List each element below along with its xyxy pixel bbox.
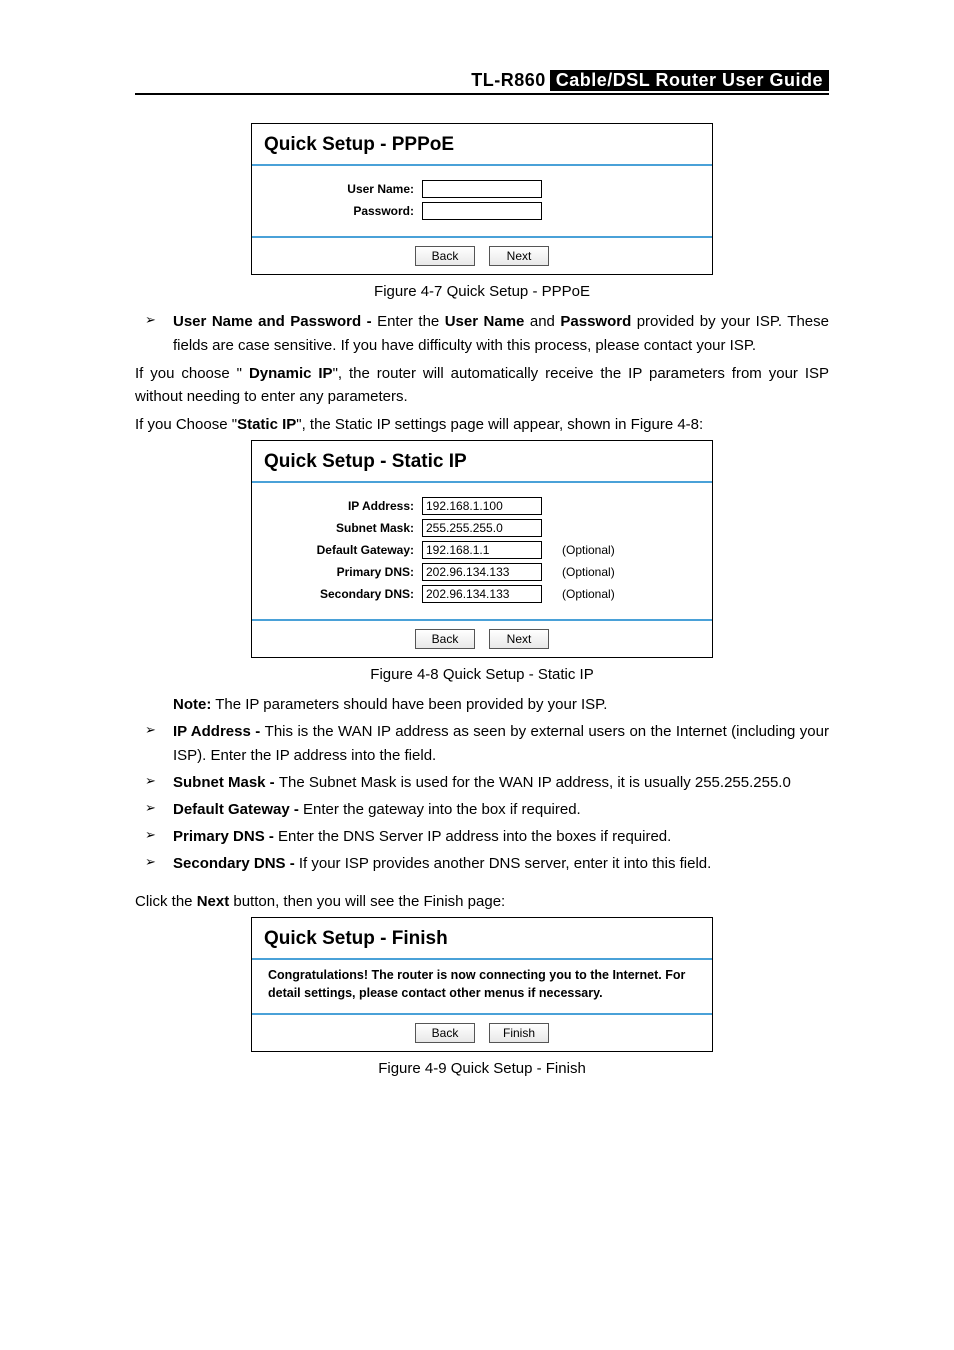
txt: If you choose " <box>135 365 249 382</box>
txt-next: Next <box>197 893 230 910</box>
row-password: Password: <box>264 202 700 220</box>
next-button[interactable]: Next <box>489 629 549 649</box>
row-pdns: Primary DNS: (Optional) <box>264 563 700 581</box>
caption-fig49: Figure 4-9 Quick Setup - Finish <box>135 1060 829 1077</box>
lead: Primary DNS - <box>173 828 278 845</box>
panel-static-ip: Quick Setup - Static IP IP Address: Subn… <box>251 440 713 658</box>
optional-sdns: (Optional) <box>562 587 615 601</box>
para-dynamic-ip: If you choose " Dynamic IP", the router … <box>135 362 829 409</box>
bullet-userpass-lead: User Name and Password - <box>173 313 377 330</box>
txt: button, then you will see the Finish pag… <box>229 893 505 910</box>
rest: This is the WAN IP address as seen by ex… <box>173 723 829 764</box>
lead: Secondary DNS - <box>173 855 299 872</box>
back-button[interactable]: Back <box>415 629 475 649</box>
back-button[interactable]: Back <box>415 246 475 266</box>
txt: If you Choose " <box>135 416 237 433</box>
label-password: Password: <box>264 204 422 218</box>
label-gateway: Default Gateway: <box>264 543 422 557</box>
bullet-list-pppoe: User Name and Password - Enter the User … <box>135 310 829 358</box>
input-gateway[interactable] <box>422 541 542 559</box>
input-ip[interactable] <box>422 497 542 515</box>
note-lead: Note: <box>173 696 211 713</box>
bullet-list-static: IP Address - This is the WAN IP address … <box>135 720 829 876</box>
txt: and <box>524 313 560 330</box>
note-line: Note: The IP parameters should have been… <box>173 693 829 716</box>
input-pdns[interactable] <box>422 563 542 581</box>
finish-button[interactable]: Finish <box>489 1023 549 1043</box>
txt-pass: Password <box>560 313 631 330</box>
row-ip: IP Address: <box>264 497 700 515</box>
row-mask: Subnet Mask: <box>264 519 700 537</box>
optional-gateway: (Optional) <box>562 543 615 557</box>
input-mask[interactable] <box>422 519 542 537</box>
caption-fig47: Figure 4-7 Quick Setup - PPPoE <box>135 283 829 300</box>
txt: Click the <box>135 893 197 910</box>
lead: Default Gateway - <box>173 801 303 818</box>
panel-finish-heading: Quick Setup - Finish <box>252 918 712 960</box>
bullet-sdns: Secondary DNS - If your ISP provides ano… <box>135 852 829 876</box>
panel-pppoe-heading: Quick Setup - PPPoE <box>252 124 712 166</box>
bullet-gateway: Default Gateway - Enter the gateway into… <box>135 798 829 822</box>
para-static-ip: If you Choose "Static IP", the Static IP… <box>135 413 829 436</box>
input-username[interactable] <box>422 180 542 198</box>
caption-fig48: Figure 4-8 Quick Setup - Static IP <box>135 666 829 683</box>
panel-finish: Quick Setup - Finish Congratulations! Th… <box>251 917 713 1051</box>
rest: Enter the DNS Server IP address into the… <box>278 828 671 845</box>
panel-pppoe: Quick Setup - PPPoE User Name: Password:… <box>251 123 713 275</box>
lead: IP Address - <box>173 723 265 740</box>
txt: Enter the <box>377 313 445 330</box>
header-model: TL-R860 <box>471 70 546 91</box>
back-button[interactable]: Back <box>415 1023 475 1043</box>
header-title: Cable/DSL Router User Guide <box>550 70 829 91</box>
label-ip: IP Address: <box>264 499 422 513</box>
note-rest: The IP parameters should have been provi… <box>211 696 607 713</box>
txt: ", the Static IP settings page will appe… <box>296 416 703 433</box>
label-pdns: Primary DNS: <box>264 565 422 579</box>
label-sdns: Secondary DNS: <box>264 587 422 601</box>
row-sdns: Secondary DNS: (Optional) <box>264 585 700 603</box>
txt-dynip: Dynamic IP <box>249 365 333 382</box>
para-click-next: Click the Next button, then you will see… <box>135 890 829 913</box>
label-mask: Subnet Mask: <box>264 521 422 535</box>
txt-user: User Name <box>445 313 525 330</box>
input-password[interactable] <box>422 202 542 220</box>
bullet-pdns: Primary DNS - Enter the DNS Server IP ad… <box>135 825 829 849</box>
bullet-mask: Subnet Mask - The Subnet Mask is used fo… <box>135 771 829 795</box>
bullet-userpass: User Name and Password - Enter the User … <box>135 310 829 358</box>
panel-static-heading: Quick Setup - Static IP <box>252 441 712 483</box>
rest: If your ISP provides another DNS server,… <box>299 855 711 872</box>
label-username: User Name: <box>264 182 422 196</box>
rest: Enter the gateway into the box if requir… <box>303 801 581 818</box>
next-button[interactable]: Next <box>489 246 549 266</box>
rest: The Subnet Mask is used for the WAN IP a… <box>279 774 791 791</box>
optional-pdns: (Optional) <box>562 565 615 579</box>
bullet-ip: IP Address - This is the WAN IP address … <box>135 720 829 768</box>
row-username: User Name: <box>264 180 700 198</box>
row-gateway: Default Gateway: (Optional) <box>264 541 700 559</box>
lead: Subnet Mask - <box>173 774 279 791</box>
input-sdns[interactable] <box>422 585 542 603</box>
page-header: TL-R860 Cable/DSL Router User Guide <box>135 70 829 95</box>
txt-staticip: Static IP <box>237 416 296 433</box>
finish-message: Congratulations! The router is now conne… <box>252 960 712 1012</box>
